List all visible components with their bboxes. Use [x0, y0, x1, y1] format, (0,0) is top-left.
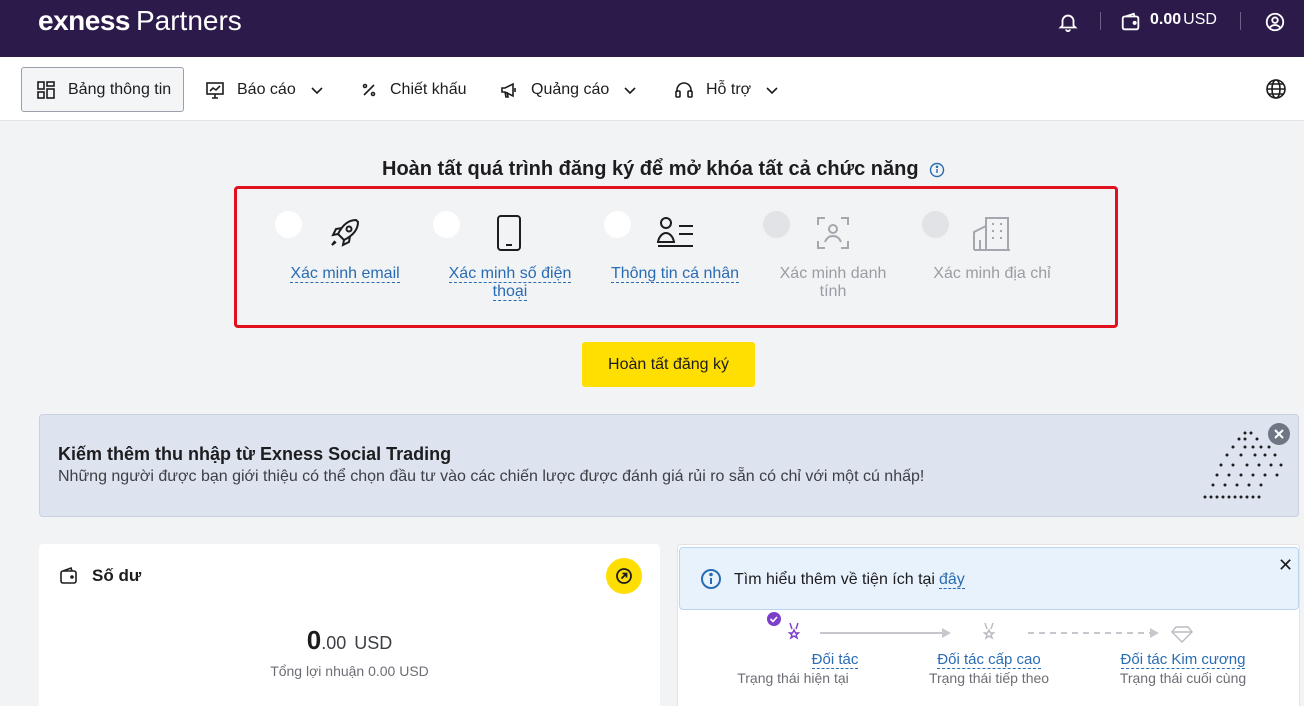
tier-partner[interactable]: Đối tác: [760, 651, 910, 669]
headset-icon: [675, 81, 693, 98]
step-label[interactable]: Xác minh số điện thoại: [430, 265, 590, 301]
banner-close-button[interactable]: [1268, 423, 1290, 445]
chevron-down-icon: [311, 86, 323, 94]
rocket-icon: [331, 218, 360, 247]
balance-open-button[interactable]: [606, 558, 642, 594]
step-label[interactable]: Thông tin cá nhân: [600, 265, 750, 283]
registration-title: Hoàn tất quá trình đăng ký để mở khóa tấ…: [382, 158, 945, 181]
tier-progress-track: [767, 612, 1193, 643]
chevron-down-icon: [766, 86, 778, 94]
completed-check-icon: [767, 612, 781, 626]
chevron-down-icon: [624, 86, 636, 94]
step-label: Xác minh địa chỉ: [933, 265, 1051, 282]
diamond-icon: [1171, 626, 1193, 643]
nav-dashboard[interactable]: Bảng thông tin: [21, 67, 185, 112]
nav-support[interactable]: Hỗ trợ: [674, 67, 779, 112]
nav-promo[interactable]: Quảng cáo: [499, 67, 637, 112]
building-icon: [973, 217, 1010, 251]
medal-icon: [787, 622, 801, 640]
registration-steps: [234, 186, 1118, 328]
main-nav: Bảng thông tin Báo cáo Chiết khấu Quảng …: [0, 57, 1304, 121]
banner-text: Những người được bạn giới thiệu có thể c…: [58, 468, 925, 485]
balance-card: Số dư 0.00 USD Tổng lợi nhuận 0.00 USD: [39, 544, 660, 706]
step-status-circle: [604, 211, 631, 238]
total-profit: Tổng lợi nhuận 0.00 USD: [270, 663, 429, 679]
wallet-icon: [1121, 12, 1140, 31]
partner-status-card: Tìm hiểu thêm về tiện ích tại đây ✕ Đối t…: [677, 544, 1300, 706]
megaphone-icon: [501, 82, 516, 98]
info-notice: Tìm hiểu thêm về tiện ích tại đây ✕: [679, 547, 1299, 610]
tier-senior-state: Trạng thái tiếp theo: [928, 670, 1050, 686]
nav-reports[interactable]: Báo cáo: [205, 67, 324, 112]
nav-rebates[interactable]: Chiết khấu: [360, 67, 467, 112]
info-icon[interactable]: [929, 162, 945, 178]
close-icon: [1274, 429, 1284, 439]
wallet-icon: [60, 566, 77, 584]
medal-icon: [982, 622, 996, 640]
step-status-circle: [763, 211, 790, 238]
step-status-circle: [275, 211, 302, 238]
step-status-circle: [433, 211, 460, 238]
balance-title: Số dư: [92, 566, 142, 585]
profile-icon: [656, 217, 693, 247]
step-label[interactable]: Xác minh email: [278, 265, 412, 283]
social-trading-banner: Kiếm thêm thu nhập từ Exness Social Trad…: [39, 414, 1299, 517]
step-status-circle: [922, 211, 949, 238]
info-link[interactable]: đây: [938, 571, 965, 589]
info-close-button[interactable]: ✕: [1278, 556, 1293, 574]
step-label: Xác minh danh tính: [779, 265, 887, 300]
user-icon[interactable]: [1264, 11, 1286, 33]
tier-partner-state: Trạng thái hiện tại: [737, 670, 849, 686]
balance-amount: 0.00 USD: [306, 625, 393, 655]
logo[interactable]: exness Partners: [38, 4, 242, 38]
chart-icon: [206, 81, 224, 99]
top-bar: exness Partners 0.00 USD: [0, 0, 1304, 57]
banner-title: Kiếm thêm thu nhập từ Exness Social Trad…: [58, 444, 452, 464]
phone-icon: [497, 215, 521, 251]
divider: [1240, 12, 1241, 30]
arrow-up-right-icon: [616, 568, 632, 584]
complete-registration-button[interactable]: Hoàn tất đăng ký: [582, 342, 755, 387]
info-icon: [701, 569, 721, 589]
tier-diamond-state: Trạng thái cuối cùng: [1119, 670, 1247, 686]
divider: [1100, 12, 1101, 30]
dashboard-icon: [37, 80, 55, 99]
tier-diamond-partner[interactable]: Đối tác Kim cương: [1108, 651, 1258, 669]
face-scan-icon: [817, 217, 849, 249]
tier-senior-partner[interactable]: Đối tác cấp cao: [914, 651, 1064, 669]
globe-icon[interactable]: [1265, 78, 1287, 100]
header-balance[interactable]: 0.00 USD: [1150, 11, 1217, 29]
info-notice-text: Tìm hiểu thêm về tiện ích tại đây: [734, 571, 965, 589]
percent-icon: [362, 83, 376, 96]
bell-icon[interactable]: [1057, 11, 1079, 33]
